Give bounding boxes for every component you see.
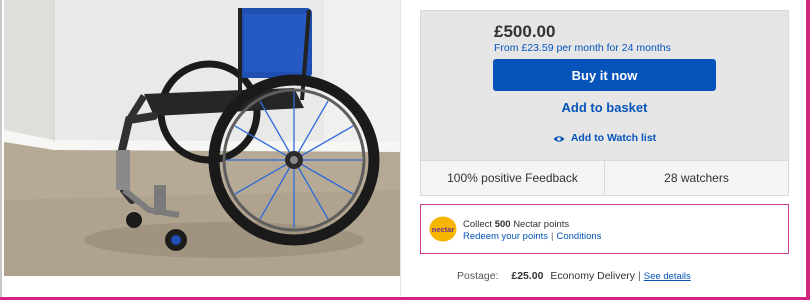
link-separator: |	[551, 231, 554, 242]
eye-icon	[553, 134, 565, 142]
watch-label: Add to Watch list	[570, 132, 657, 144]
redeem-points-link[interactable]: Redeem your points	[463, 231, 548, 242]
wheelchair-photo	[4, 0, 400, 276]
postage-label: Postage:	[457, 270, 499, 282]
postage-separator: |	[638, 270, 641, 282]
feedback-stat: 100% positive Feedback	[447, 171, 578, 185]
page-frame-right	[806, 0, 810, 300]
buy-box: £500.00 From £23.59 per month for 24 mon…	[420, 10, 789, 196]
postage-amount: £25.00	[511, 270, 544, 282]
nectar-links: Redeem your points | Conditions	[463, 231, 601, 242]
finance-offer-link[interactable]: From £23.59 per month for 24 months	[494, 42, 671, 54]
add-to-watch-list-button[interactable]: Add to Watch list	[493, 130, 716, 146]
watchers-stat: 28 watchers	[604, 161, 788, 195]
conditions-link[interactable]: Conditions	[557, 231, 602, 242]
nectar-logo-icon: nectar	[429, 216, 457, 242]
buy-it-now-button[interactable]: Buy it now	[493, 59, 716, 91]
postage-service: Economy Delivery	[550, 270, 636, 282]
postage-row: Postage: £25.00 Economy Delivery | See det…	[457, 270, 691, 282]
seller-stats: 100% positive Feedback 28 watchers	[421, 160, 788, 195]
add-to-basket-button[interactable]: Add to basket	[493, 96, 716, 118]
nectar-panel: nectar Collect 500 Nectar points Redeem …	[420, 204, 789, 254]
item-price: £500.00	[494, 22, 556, 41]
nectar-collect-text: Collect 500 Nectar points	[463, 219, 570, 230]
column-divider	[400, 0, 401, 300]
page-frame-left	[0, 0, 2, 300]
svg-text:nectar: nectar	[432, 225, 455, 234]
nectar-points-value: 500	[494, 219, 511, 230]
product-image[interactable]	[4, 0, 400, 276]
see-details-link[interactable]: See details	[644, 271, 691, 282]
